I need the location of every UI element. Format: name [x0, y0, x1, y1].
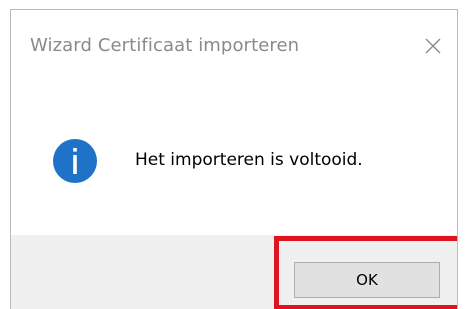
title-bar: Wizard Certificaat importeren: [11, 10, 457, 76]
info-icon: [53, 139, 97, 183]
ok-button-highlight: [274, 236, 457, 309]
close-button[interactable]: [415, 28, 451, 64]
dialog-footer: OK: [11, 235, 457, 309]
dialog-content: Het importeren is voltooid.: [11, 76, 457, 235]
window-title: Wizard Certificaat importeren: [30, 35, 300, 56]
completion-message: Het importeren is voltooid.: [135, 150, 363, 170]
close-icon: [425, 38, 441, 54]
import-dialog: Wizard Certificaat importeren Het import…: [10, 9, 458, 309]
